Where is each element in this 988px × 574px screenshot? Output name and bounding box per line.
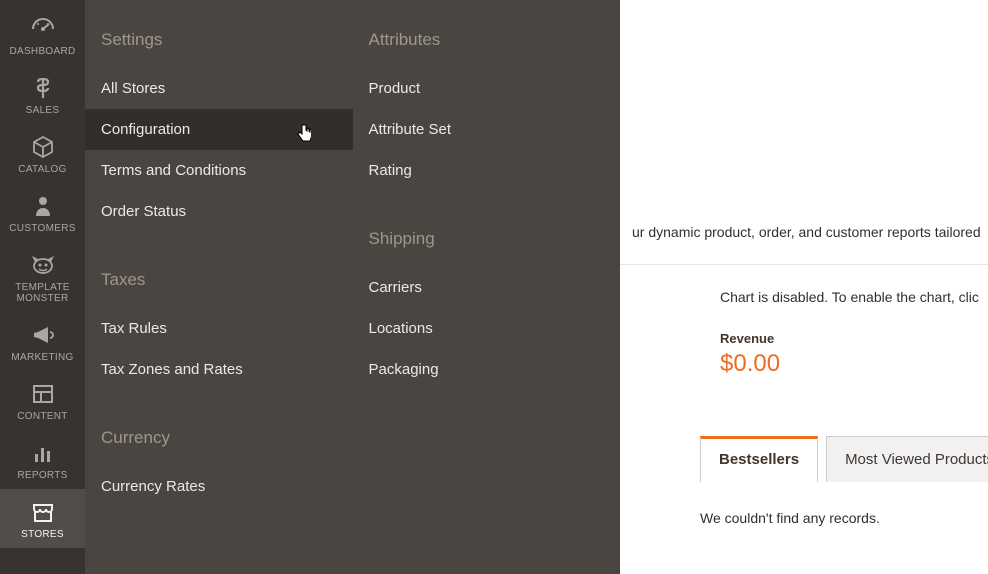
sidebar-item-sales[interactable]: SALES <box>0 65 85 124</box>
flyout-link-currency-rates[interactable]: Currency Rates <box>85 466 353 507</box>
flyout-link-terms-and-conditions[interactable]: Terms and Conditions <box>85 150 353 191</box>
flyout-group-title: Attributes <box>353 22 621 68</box>
flyout-link-tax-rules[interactable]: Tax Rules <box>85 308 353 349</box>
revenue-stat: Revenue $0.00 <box>620 313 988 386</box>
sidebar-item-label: CATALOG <box>18 164 66 175</box>
sidebar-item-customers[interactable]: CUSTOMERS <box>0 183 85 242</box>
sidebar-item-stores[interactable]: STORES <box>0 489 85 548</box>
dashboard-tabs: BestsellersMost Viewed Products <box>700 436 988 482</box>
sidebar-item-label: SALES <box>26 105 60 116</box>
sidebar-item-label: TEMPLATE MONSTER <box>0 282 85 304</box>
tab-most-viewed-products[interactable]: Most Viewed Products <box>826 436 988 482</box>
sidebar-item-catalog[interactable]: CATALOG <box>0 124 85 183</box>
flyout-link-attribute-set[interactable]: Attribute Set <box>353 109 621 150</box>
flyout-group-title: Shipping <box>353 221 621 267</box>
storefront-icon <box>30 499 56 525</box>
dollar-icon <box>30 75 56 101</box>
sidebar-item-label: CUSTOMERS <box>9 223 75 234</box>
person-icon <box>30 193 56 219</box>
sidebar-item-label: CONTENT <box>17 411 67 422</box>
flyout-link-rating[interactable]: Rating <box>353 150 621 191</box>
sidebar-item-template-monster[interactable]: TEMPLATE MONSTER <box>0 242 85 312</box>
no-records-text: We couldn't find any records. <box>700 510 988 526</box>
flyout-link-order-status[interactable]: Order Status <box>85 191 353 232</box>
megaphone-icon <box>30 322 56 348</box>
stores-flyout: SettingsAll StoresConfigurationTerms and… <box>85 0 620 574</box>
box-icon <box>30 134 56 160</box>
gauge-icon <box>30 16 56 42</box>
tab-bestsellers[interactable]: Bestsellers <box>700 436 818 482</box>
flyout-link-carriers[interactable]: Carriers <box>353 267 621 308</box>
sidebar-item-dashboard[interactable]: DASHBOARD <box>0 6 85 65</box>
flyout-group-title: Taxes <box>85 262 353 308</box>
layout-icon <box>30 381 56 407</box>
revenue-value: $0.00 <box>720 350 976 378</box>
flyout-link-locations[interactable]: Locations <box>353 308 621 349</box>
sidebar-item-label: DASHBOARD <box>9 46 75 57</box>
admin-sidebar: DASHBOARD SALES CATALOG CUSTOMERS TEMPLATE M… <box>0 0 85 574</box>
flyout-link-packaging[interactable]: Packaging <box>353 349 621 390</box>
main-content: ur dynamic product, order, and customer … <box>620 0 988 574</box>
flyout-spacer <box>85 390 353 420</box>
chart-disabled-hint: Chart is disabled. To enable the chart, … <box>620 265 988 313</box>
sidebar-item-reports[interactable]: REPORTS <box>0 430 85 489</box>
flyout-link-product[interactable]: Product <box>353 68 621 109</box>
sidebar-item-marketing[interactable]: MARKETING <box>0 312 85 371</box>
flyout-link-configuration[interactable]: Configuration <box>85 109 353 150</box>
sidebar-item-content[interactable]: CONTENT <box>0 371 85 430</box>
hand-cursor-icon <box>295 123 311 143</box>
flyout-group-title: Currency <box>85 420 353 466</box>
sidebar-item-label: STORES <box>21 529 64 540</box>
bars-icon <box>30 440 56 466</box>
flyout-spacer <box>85 232 353 262</box>
flyout-spacer <box>353 191 621 221</box>
monster-icon <box>30 252 56 278</box>
sidebar-item-label: REPORTS <box>17 470 67 481</box>
flyout-link-all-stores[interactable]: All Stores <box>85 68 353 109</box>
sidebar-item-label: MARKETING <box>11 352 73 363</box>
flyout-link-tax-zones-and-rates[interactable]: Tax Zones and Rates <box>85 349 353 390</box>
revenue-label: Revenue <box>720 331 976 346</box>
flyout-group-title: Settings <box>85 22 353 68</box>
reports-hint-text: ur dynamic product, order, and customer … <box>620 200 988 265</box>
